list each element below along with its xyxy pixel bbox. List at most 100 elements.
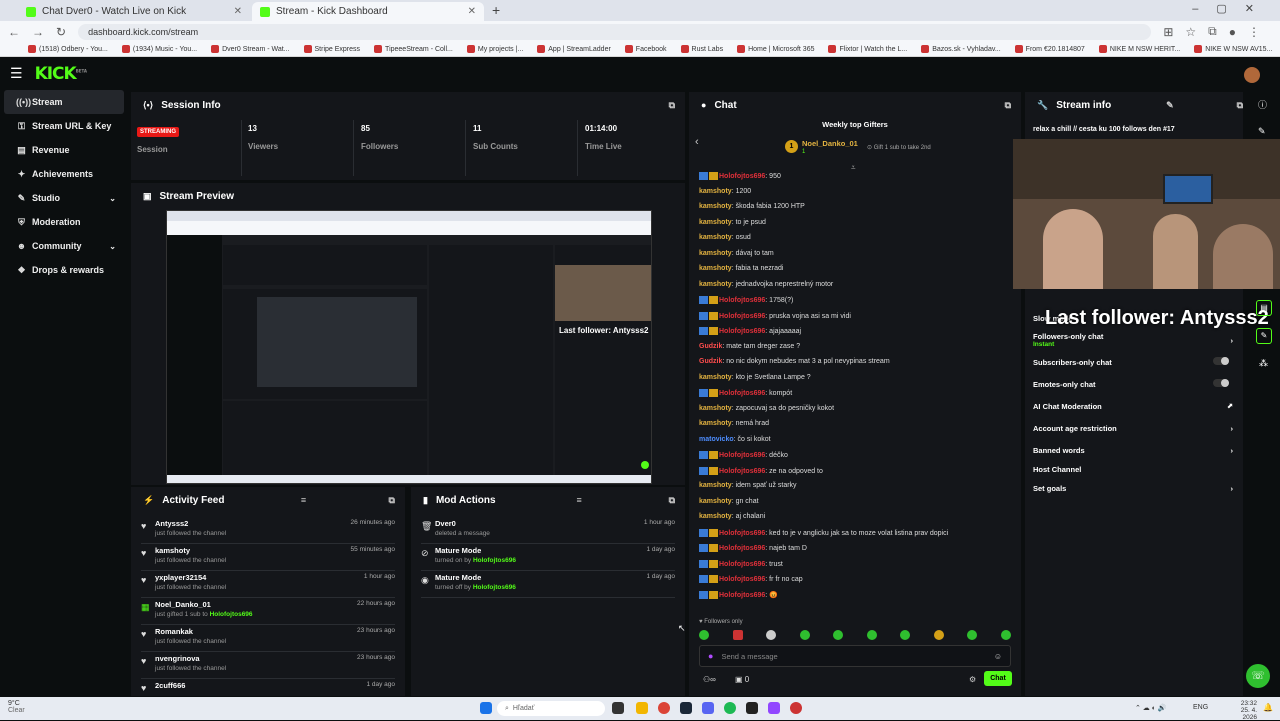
chat-username[interactable]: kamshoty	[699, 219, 732, 226]
file-explorer-icon[interactable]	[636, 702, 648, 714]
popout-icon[interactable]: ⧉	[1005, 100, 1011, 111]
chat-username[interactable]: Holofojtos696	[719, 545, 765, 552]
support-chat-button[interactable]: ☏	[1246, 664, 1270, 688]
feed-item-name[interactable]: Dver0	[435, 519, 456, 528]
emotes-only-toggle[interactable]	[1213, 379, 1229, 387]
notifications-icon[interactable]: 🔔	[1263, 703, 1273, 712]
ai-moderation-row[interactable]: AI Chat Moderation ⬈	[1033, 402, 1233, 411]
chrome-icon[interactable]	[658, 702, 670, 714]
weather-widget[interactable]: 9°C Clear	[8, 700, 25, 714]
feed-item-name[interactable]: Mature Mode	[435, 546, 481, 555]
feed-item-name[interactable]: Romankak	[155, 627, 193, 636]
stream-preview-video[interactable]: Last follower: Antysss2	[166, 210, 652, 484]
bookmark-item[interactable]: Stripe Express	[303, 45, 360, 53]
chat-username[interactable]: Holofojtos696	[719, 576, 765, 583]
hamburger-menu-icon[interactable]: ☰	[10, 65, 23, 82]
bookmark-item[interactable]: Home | Microsoft 365	[737, 45, 814, 53]
chat-username[interactable]: Holofojtos696	[719, 312, 765, 319]
edit-icon[interactable]: ✎	[1166, 100, 1174, 111]
discord-icon[interactable]	[702, 702, 714, 714]
url-field[interactable]: dashboard.kick.com/stream	[78, 23, 1152, 40]
bookmark-item[interactable]: Bazos.sk - Vyhladav...	[921, 45, 1001, 53]
taskbar-search[interactable]: ⌕ Hľadať	[497, 701, 605, 716]
feed-item-name[interactable]: yxplayer32154	[155, 573, 206, 582]
chat-username[interactable]: Gudzik	[699, 358, 722, 365]
emote-icon[interactable]	[732, 630, 743, 640]
pen-icon[interactable]: ✎	[1258, 126, 1266, 137]
chevron-down-icon[interactable]: ⌄	[109, 242, 116, 251]
emote-icon[interactable]	[1000, 630, 1011, 640]
stream-title[interactable]: relax a chill // cesta ku 100 follows de…	[1033, 126, 1175, 133]
popout-icon[interactable]: ⧉	[669, 100, 675, 111]
send-chat-button[interactable]: Chat	[984, 671, 1012, 686]
user-avatar[interactable]	[1244, 67, 1260, 83]
chat-username[interactable]: Holofojtos696	[719, 390, 765, 397]
windows-start-icon[interactable]	[480, 702, 492, 714]
bookmark-item[interactable]: My projects |...	[466, 45, 523, 53]
users-icon[interactable]: ⚇∞	[703, 675, 716, 684]
emote-icon[interactable]	[799, 630, 810, 640]
emote-icon[interactable]	[900, 630, 911, 640]
bookmark-item[interactable]: From €20.1814807	[1014, 45, 1085, 53]
browser-tab-dashboard[interactable]: Stream - Kick Dashboard ✕	[252, 2, 484, 21]
bookmark-item[interactable]: NIKE W NSW AV15...	[1194, 45, 1272, 53]
profile-icon[interactable]: ●	[1229, 25, 1236, 39]
input-language[interactable]: ENG	[1193, 704, 1208, 711]
microphone-icon[interactable]: ●	[708, 651, 713, 661]
back-icon[interactable]: ←	[8, 25, 20, 39]
sidebar-item-revenue[interactable]: ▤ Revenue	[4, 138, 124, 162]
chat-username[interactable]: kamshoty	[699, 420, 732, 427]
popout-icon[interactable]: ⧉	[669, 495, 675, 506]
chat-username[interactable]: kamshoty	[699, 265, 732, 272]
emote-icon[interactable]	[699, 630, 709, 640]
bookmark-item[interactable]: App | StreamLadder	[537, 45, 611, 53]
sidebar-item-drops-rewards[interactable]: ❖ Drops & rewards	[4, 258, 124, 282]
chevron-right-icon[interactable]: ›	[1231, 336, 1234, 345]
feed-item-name[interactable]: nvengrinova	[155, 654, 200, 663]
close-tab-icon[interactable]: ✕	[468, 6, 476, 17]
chat-username[interactable]: kamshoty	[699, 405, 732, 412]
new-tab-icon[interactable]: +	[492, 2, 500, 18]
twitch-icon[interactable]	[768, 702, 780, 714]
sidebar-item-community[interactable]: ☻ Community ⌄	[4, 234, 124, 258]
feed-item-name[interactable]: kamshoty	[155, 546, 190, 555]
bookmark-item[interactable]: Dver0 Stream - Wat...	[211, 45, 290, 53]
emoji-icon[interactable]: ☺	[994, 652, 1002, 661]
emote-icon[interactable]	[766, 630, 777, 640]
sidebar-item-moderation[interactable]: ⛨ Moderation	[4, 210, 124, 234]
chat-username[interactable]: Holofojtos696	[719, 529, 765, 536]
filter-icon[interactable]: ≡	[301, 495, 306, 505]
kick-logo[interactable]: KICKBETA	[35, 64, 87, 84]
reload-icon[interactable]: ↻	[56, 25, 66, 39]
extensions-icon[interactable]: ⧉	[1208, 24, 1217, 39]
chevron-down-icon[interactable]: ⌄	[109, 194, 116, 203]
apps-icon[interactable]: ⁂	[1259, 358, 1268, 369]
set-goals-row[interactable]: Set goals ›	[1033, 484, 1233, 493]
emotes-only-row[interactable]: Emotes-only chat	[1033, 379, 1233, 389]
chat-settings-icon[interactable]: ⚙	[969, 675, 976, 684]
chat-username[interactable]: Holofojtos696	[719, 297, 765, 304]
star-icon[interactable]: ☆	[1185, 25, 1196, 39]
chat-username[interactable]: kamshoty	[699, 374, 732, 381]
clock[interactable]: 23:32 25. 4. 2026	[1225, 700, 1257, 721]
bookmark-item[interactable]: Facebook	[624, 45, 667, 53]
chat-input[interactable]: ● Send a message ☺	[699, 645, 1011, 667]
spotify-icon[interactable]	[724, 702, 736, 714]
feed-item-name[interactable]: Antysss2	[155, 519, 188, 528]
app-icon[interactable]	[746, 702, 758, 714]
chat-username[interactable]: Holofojtos696	[719, 173, 765, 180]
sidebar-item-achievements[interactable]: ✦ Achievements	[4, 162, 124, 186]
chevron-right-icon[interactable]: ›	[1231, 424, 1234, 433]
chat-username[interactable]: kamshoty	[699, 498, 732, 505]
chevron-right-icon[interactable]: ›	[1231, 446, 1234, 455]
chat-username[interactable]: matovicko	[699, 436, 734, 443]
popout-icon[interactable]: ⧉	[1237, 100, 1243, 111]
chat-username[interactable]: Holofojtos696	[719, 592, 765, 599]
chevron-right-icon[interactable]: ›	[1231, 484, 1234, 493]
feed-item-name[interactable]: 2cuff666	[155, 681, 185, 690]
menu-icon[interactable]: ⋮	[1248, 25, 1260, 39]
age-restriction-row[interactable]: Account age restriction ›	[1033, 424, 1233, 433]
emote-icon[interactable]	[933, 630, 944, 640]
app-icon[interactable]	[790, 702, 802, 714]
sidebar-item-stream-url-key[interactable]: ⚿ Stream URL & Key	[4, 114, 124, 138]
